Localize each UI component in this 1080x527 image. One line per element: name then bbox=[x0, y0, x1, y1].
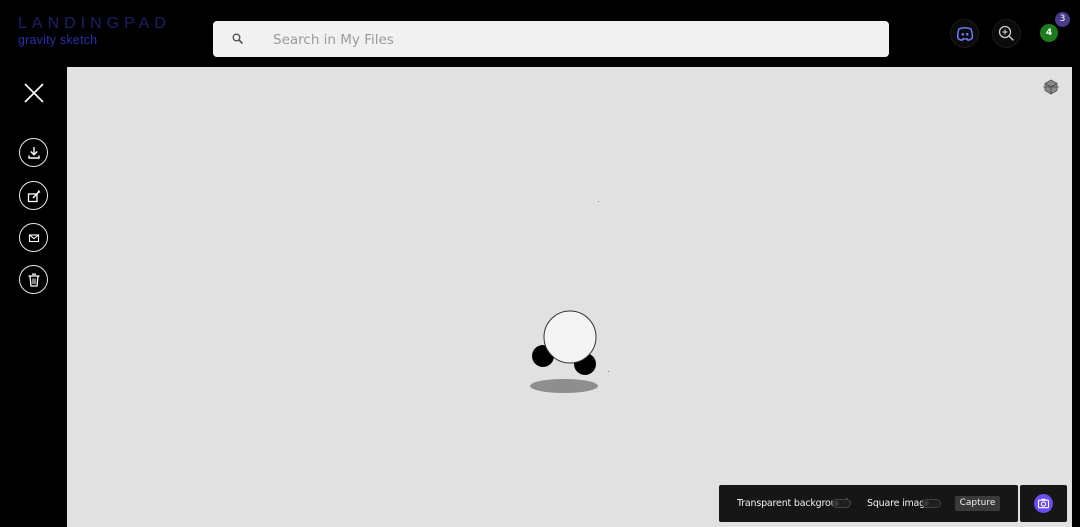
logo-subtitle: gravity sketch bbox=[18, 33, 98, 47]
trash-icon bbox=[28, 273, 40, 287]
capture-toolbar: Transparent background Square image Capt… bbox=[719, 485, 1018, 522]
square-image-toggle[interactable] bbox=[922, 499, 941, 508]
delete-button[interactable] bbox=[19, 265, 48, 294]
camera-icon bbox=[1034, 494, 1053, 513]
transparent-background-toggle[interactable] bbox=[832, 499, 851, 508]
view-cube-icon[interactable] bbox=[1043, 79, 1059, 95]
edit-button[interactable] bbox=[19, 181, 48, 210]
app-logo[interactable]: LANDINGPAD gravity sketch bbox=[18, 15, 171, 47]
zoom-button[interactable] bbox=[992, 19, 1021, 48]
zoom-in-icon bbox=[998, 25, 1014, 41]
download-button[interactable] bbox=[19, 138, 48, 167]
user-avatar[interactable]: 4 bbox=[1040, 24, 1058, 42]
search-bar[interactable] bbox=[213, 21, 889, 59]
scene-speck bbox=[598, 201, 599, 202]
discord-button[interactable] bbox=[950, 19, 979, 48]
close-icon[interactable] bbox=[23, 82, 45, 104]
share-button[interactable] bbox=[19, 223, 48, 252]
download-icon bbox=[28, 147, 40, 159]
mail-icon bbox=[28, 234, 40, 243]
search-icon bbox=[232, 33, 243, 44]
capture-button[interactable]: Capture bbox=[955, 496, 1000, 511]
model-viewer[interactable] bbox=[67, 67, 1072, 527]
notification-badge[interactable]: 3 bbox=[1055, 12, 1070, 27]
scene-speck bbox=[608, 371, 609, 372]
discord-icon bbox=[956, 27, 974, 42]
camera-button[interactable] bbox=[1020, 485, 1067, 522]
panda-model[interactable] bbox=[527, 307, 607, 399]
search-input[interactable] bbox=[271, 21, 875, 59]
edit-icon bbox=[27, 190, 41, 203]
logo-title: LANDINGPAD bbox=[18, 15, 171, 32]
